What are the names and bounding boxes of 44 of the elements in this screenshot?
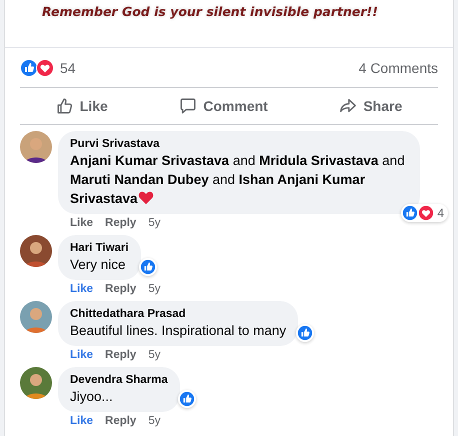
like-link[interactable]: Like xyxy=(70,349,94,362)
comment-author[interactable]: Devendra Sharma xyxy=(70,373,168,387)
post-image-text: Remember God is your silent invisible partner!! xyxy=(42,3,379,21)
reply-link[interactable]: Reply xyxy=(105,217,136,230)
like-link[interactable]: Like xyxy=(70,415,94,428)
speech-bubble-icon xyxy=(179,97,198,115)
love-reaction-icon xyxy=(418,205,434,221)
comment-text: Jiyoo... xyxy=(70,389,113,404)
comment-reactions-badge[interactable] xyxy=(138,258,157,276)
like-reaction-icon xyxy=(20,58,38,76)
like-reaction-icon xyxy=(178,391,195,407)
like-reaction-icon xyxy=(140,259,156,275)
comment-author[interactable]: Chittedathara Prasad xyxy=(70,307,286,321)
comment-time[interactable]: 5y xyxy=(148,217,160,230)
like-link[interactable]: Like xyxy=(70,217,94,230)
comment-reaction-count: 4 xyxy=(437,206,444,220)
comments-count-link[interactable]: 4 Comments xyxy=(358,60,438,76)
reply-link[interactable]: Reply xyxy=(105,349,136,362)
love-reaction-icon xyxy=(36,58,54,76)
avatar[interactable] xyxy=(20,367,52,399)
reply-link[interactable]: Reply xyxy=(105,415,136,428)
reply-link[interactable]: Reply xyxy=(105,283,136,296)
comment-author[interactable]: Hari Tiwari xyxy=(70,241,129,255)
avatar[interactable] xyxy=(20,131,52,163)
like-reaction-icon xyxy=(297,325,314,341)
share-arrow-icon xyxy=(339,97,358,115)
comment-time[interactable]: 5y xyxy=(148,415,160,428)
comment-time[interactable]: 5y xyxy=(148,349,160,362)
like-action-button[interactable]: Like xyxy=(44,88,120,124)
share-action-button[interactable]: Share xyxy=(327,88,414,124)
reaction-count[interactable]: 54 xyxy=(60,60,76,76)
like-link[interactable]: Like xyxy=(70,283,94,296)
like-reaction-icon xyxy=(402,205,418,221)
comment-reactions-badge[interactable] xyxy=(178,390,196,408)
thumbs-up-icon xyxy=(56,97,74,115)
comment-text: Beautiful lines. Inspirational to many xyxy=(70,323,286,338)
comment-text: Anjani Kumar Srivastava and Mridula Srivastava and Maruti Nandan Dubey and Ishan Anjani Kumar Srivastava xyxy=(70,153,405,206)
comment-author[interactable]: Purvi Srivastava xyxy=(70,137,408,151)
comment-text: Very nice xyxy=(70,257,126,272)
comment-reactions-badge[interactable] xyxy=(296,324,314,342)
avatar[interactable] xyxy=(20,235,52,267)
comment-action-button[interactable]: Comment xyxy=(167,88,280,124)
comment-reactions-badge[interactable]: 4 xyxy=(401,204,448,222)
comment-time[interactable]: 5y xyxy=(148,283,160,296)
